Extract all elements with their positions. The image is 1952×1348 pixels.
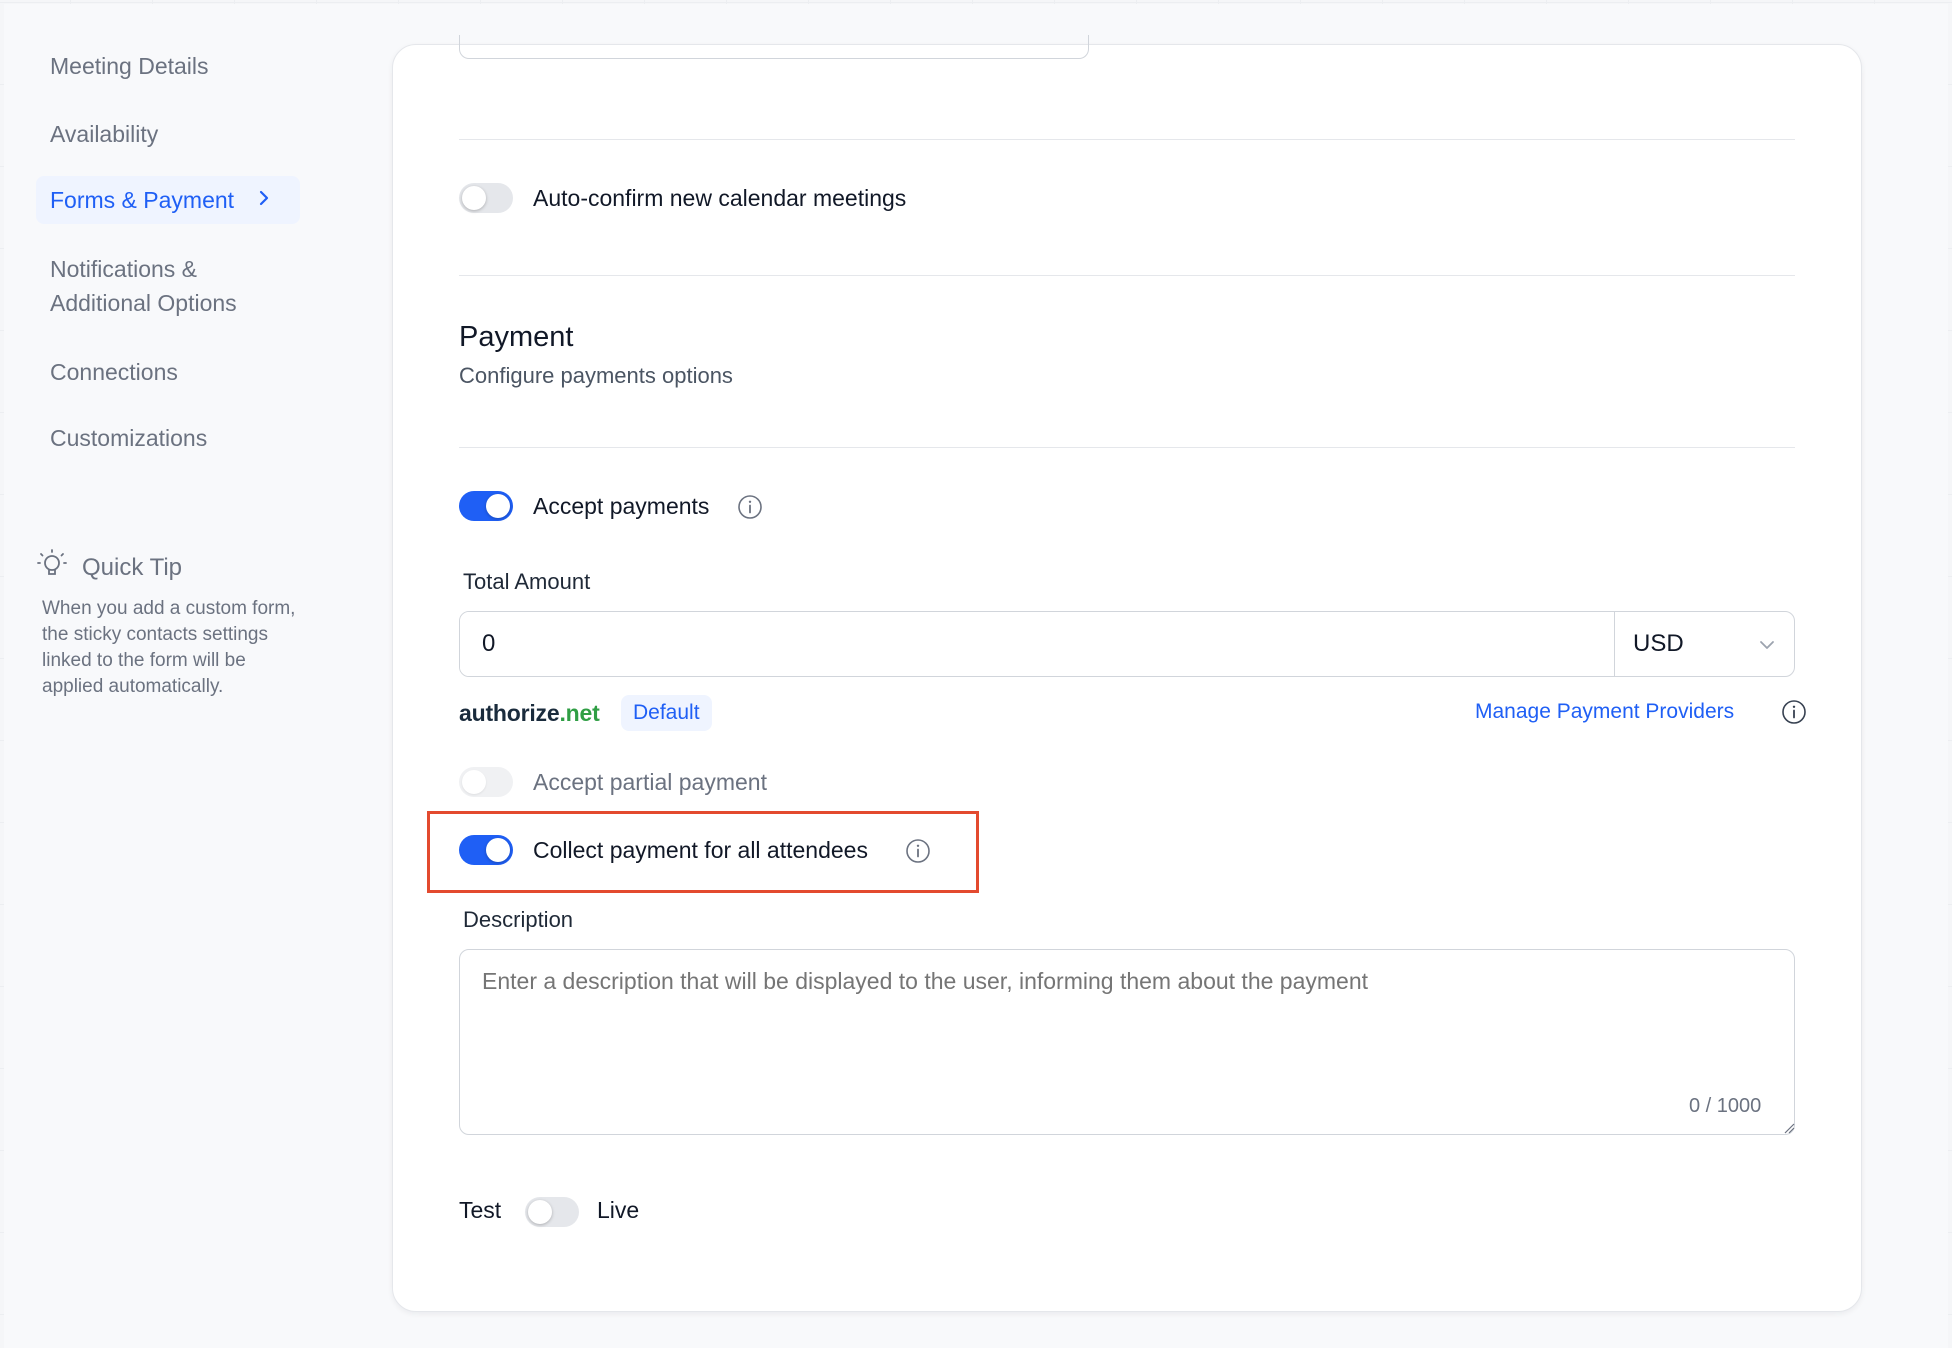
sidebar-item-customizations[interactable]: Customizations	[36, 414, 300, 462]
accept-payments-toggle[interactable]	[459, 491, 513, 521]
highlight-box	[427, 811, 979, 893]
chevron-right-icon	[258, 183, 270, 217]
total-amount-input[interactable]	[460, 612, 1614, 676]
form-settings-card: Auto-confirm new calendar meetings Payme…	[392, 35, 1862, 1312]
sidebar-item-label: Customizations	[50, 425, 208, 451]
lightbulb-icon	[36, 548, 82, 587]
auto-confirm-label: Auto-confirm new calendar meetings	[533, 185, 907, 211]
quick-tip-header: Quick Tip	[36, 548, 182, 587]
divider	[459, 447, 1795, 448]
sidebar-item-label: Availability	[50, 121, 159, 147]
partial-payment-label: Accept partial payment	[533, 769, 767, 795]
payment-section-subtitle: Configure payments options	[459, 363, 733, 388]
default-provider-badge: Default	[621, 695, 712, 731]
payment-section-title: Payment	[459, 321, 574, 353]
sidebar-item-label: Notifications & Additional Options	[50, 256, 237, 316]
info-icon[interactable]	[737, 494, 763, 525]
info-icon[interactable]	[1781, 699, 1807, 730]
sidebar-item-notifications[interactable]: Notifications & Additional Options	[36, 252, 286, 328]
manage-payment-providers-link[interactable]: Manage Payment Providers	[1475, 700, 1734, 724]
live-mode-toggle[interactable]	[525, 1197, 579, 1227]
quick-tip-title: Quick Tip	[82, 553, 183, 581]
app-frame: Meeting Details Availability Forms & Pay…	[4, 4, 1948, 1348]
total-amount-group: USD	[459, 611, 1795, 677]
resize-grip-icon[interactable]	[1783, 1121, 1795, 1139]
divider	[459, 139, 1795, 140]
quick-tip-body: When you add a custom form, the sticky c…	[42, 598, 296, 697]
sidebar-item-meeting-details[interactable]: Meeting Details	[36, 42, 300, 90]
sidebar-item-label: Meeting Details	[50, 53, 209, 79]
divider	[459, 275, 1795, 276]
sidebar-item-connections[interactable]: Connections	[36, 348, 300, 396]
sidebar-item-label: Forms & Payment	[50, 187, 235, 213]
mode-test-label: Test	[459, 1197, 502, 1223]
mode-live-label: Live	[597, 1197, 640, 1223]
previous-field-bottom	[459, 35, 1089, 59]
accept-payments-label: Accept payments	[533, 493, 710, 519]
description-textarea[interactable]	[459, 949, 1795, 1135]
sidebar-item-label: Connections	[50, 359, 178, 385]
auto-confirm-toggle[interactable]	[459, 183, 513, 213]
sidebar-item-availability[interactable]: Availability	[36, 110, 300, 158]
partial-payment-toggle[interactable]	[459, 767, 513, 797]
currency-select[interactable]: USD	[1614, 612, 1794, 676]
description-label: Description	[463, 907, 574, 932]
description-char-counter: 0 / 1000	[1689, 1095, 1762, 1117]
currency-value: USD	[1633, 630, 1684, 657]
total-amount-label: Total Amount	[463, 569, 591, 594]
chevron-down-icon	[1758, 630, 1776, 658]
sidebar-item-forms-payment[interactable]: Forms & Payment	[36, 176, 300, 224]
authorize-net-logo: authorize.net	[459, 700, 600, 726]
